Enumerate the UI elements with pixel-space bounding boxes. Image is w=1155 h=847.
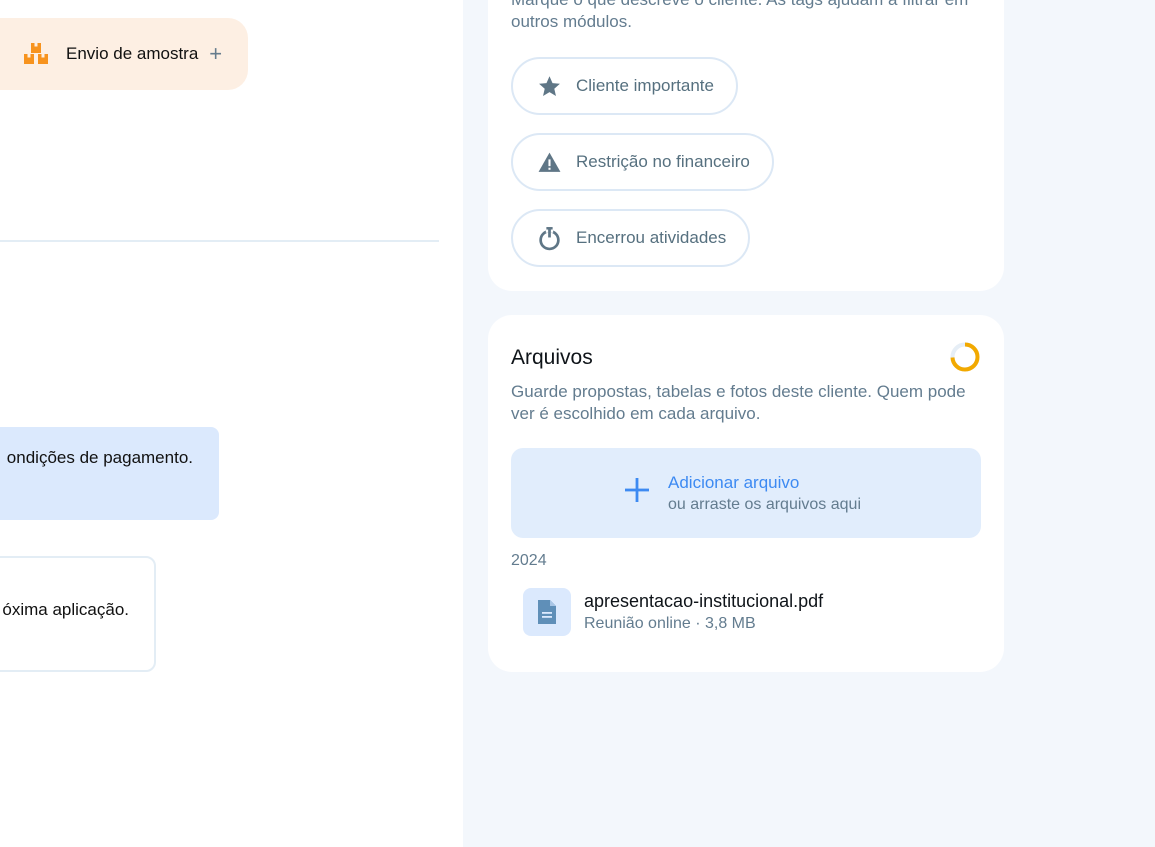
add-file-label: Adicionar arquivo (668, 473, 800, 492)
activity-chip-label: Envio de amostra (66, 44, 199, 63)
message-text: óxima aplicação. (2, 600, 129, 619)
tag-important-client[interactable]: Cliente importante (511, 57, 738, 115)
tag-closed-activities[interactable]: Encerrou atividades (511, 209, 751, 267)
boxes-icon (24, 43, 48, 64)
document-icon (538, 600, 556, 624)
tags-card: Marque o que descreve o cliente. As tags… (488, 0, 1004, 291)
tag-label: Encerrou atividades (576, 228, 727, 247)
files-card: Arquivos Guarde propostas, tabelas e fot… (488, 315, 1004, 672)
message-bubble: óxima aplicação. (0, 556, 156, 672)
add-file-dropzone[interactable]: Adicionar arquivo ou arraste os arquivos… (511, 448, 981, 538)
add-icon[interactable]: + (209, 43, 222, 65)
message-bubble: ondições de pagamento. (0, 427, 219, 520)
tag-label: Cliente importante (576, 76, 714, 95)
file-item[interactable]: apresentacao-institucional.pdf Reunião o… (523, 588, 963, 636)
plus-icon (625, 478, 649, 502)
file-name: apresentacao-institucional.pdf (584, 591, 824, 611)
loading-spinner-icon (950, 342, 980, 372)
file-meta: Reunião online · 3,8 MB (584, 615, 756, 632)
file-thumbnail (523, 588, 571, 636)
tags-description: Marque o que descreve o cliente. As tags… (511, 0, 968, 31)
activity-panel: Envio de amostra + ondições de pagamento… (0, 0, 463, 847)
file-group-year: 2024 (511, 552, 547, 569)
warning-icon (538, 152, 561, 172)
files-description: Guarde propostas, tabelas e fotos deste … (511, 382, 966, 423)
drag-hint: ou arraste os arquivos aqui (668, 496, 861, 513)
star-icon (539, 75, 560, 96)
files-title: Arquivos (511, 346, 593, 369)
activity-chip-sample-shipment[interactable]: Envio de amostra + (0, 18, 248, 90)
message-text: ondições de pagamento. (6, 448, 193, 467)
power-icon (539, 226, 560, 250)
tag-label: Restrição no financeiro (576, 152, 750, 171)
section-divider (0, 240, 439, 242)
tag-financial-restriction[interactable]: Restrição no financeiro (511, 133, 774, 191)
